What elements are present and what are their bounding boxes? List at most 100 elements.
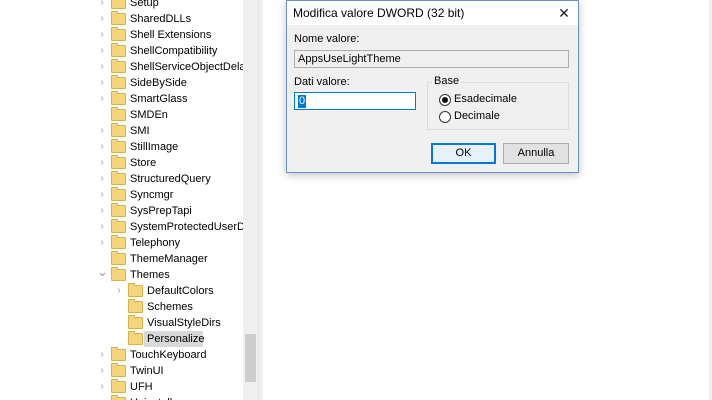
tree-scrollbar-thumb[interactable] (245, 334, 256, 382)
chevron-right-icon[interactable]: › (97, 187, 107, 203)
tree-item[interactable]: › Telephony (0, 235, 243, 251)
tree-item[interactable]: › SMI (0, 123, 243, 139)
folder-icon (111, 0, 126, 9)
folder-icon (111, 171, 126, 185)
folder-icon (111, 75, 126, 89)
chevron-right-icon[interactable]: › (97, 155, 107, 171)
folder-icon (111, 27, 126, 41)
folder-icon (111, 347, 126, 361)
chevron-down-icon[interactable]: ⌄ (97, 265, 108, 283)
tree-item[interactable]: › Uninstall (0, 395, 243, 400)
tree-item-label: Setup (130, 0, 159, 9)
chevron-right-icon[interactable]: › (97, 43, 107, 59)
chevron-right-icon[interactable]: › (97, 75, 107, 91)
tree-item[interactable]: › SharedDLLs (0, 11, 243, 27)
tree-item-label: ThemeManager (130, 253, 208, 265)
tree-item-label: SMI (130, 125, 150, 137)
chevron-right-icon[interactable]: › (97, 139, 107, 155)
tree-item-label: ShellCompatibility (130, 45, 218, 57)
folder-icon (111, 379, 126, 393)
radio-dec-label[interactable]: Decimale (454, 110, 500, 122)
tree-item[interactable]: SMDEn (0, 107, 243, 123)
value-name-label: Nome valore: (294, 33, 360, 45)
tree-item[interactable]: › SideBySide (0, 75, 243, 91)
tree-item[interactable]: › ShellCompatibility (0, 43, 243, 59)
folder-icon (111, 267, 126, 281)
tree-item[interactable]: › Shell Extensions (0, 27, 243, 43)
tree-item-label: Syncmgr (130, 189, 174, 201)
radio-hex-label[interactable]: Esadecimale (454, 93, 517, 105)
dialog-titlebar[interactable]: Modifica valore DWORD (32 bit) ✕ (287, 1, 578, 25)
chevron-right-icon[interactable]: › (97, 203, 107, 219)
chevron-right-icon[interactable]: › (97, 27, 107, 43)
tree-item[interactable]: Personalize (0, 331, 243, 347)
value-name-field[interactable]: AppsUseLightTheme (294, 50, 569, 68)
tree-item-label: TwinUI (130, 365, 164, 377)
base-label: Base (432, 75, 462, 87)
tree-item[interactable]: ThemeManager (0, 251, 243, 267)
chevron-right-icon[interactable]: › (97, 0, 107, 11)
chevron-right-icon[interactable]: › (97, 347, 107, 363)
tree-item[interactable]: › DefaultColors (0, 283, 243, 299)
ok-button[interactable]: OK (431, 143, 496, 164)
value-data-field[interactable]: 0 (294, 92, 416, 110)
tree-item[interactable]: › Store (0, 155, 243, 171)
folder-icon (111, 139, 126, 153)
chevron-right-icon[interactable]: › (97, 395, 107, 400)
tree-item[interactable]: › ShellServiceObjectDelayl (0, 59, 254, 75)
edit-dword-dialog: Modifica valore DWORD (32 bit) ✕ Nome va… (286, 0, 579, 173)
tree-item-label: StructuredQuery (130, 173, 211, 185)
radio-hex[interactable] (439, 94, 451, 106)
tree-item[interactable]: › TwinUI (0, 363, 243, 379)
tree-item-label: Uninstall (130, 395, 172, 400)
tree-item[interactable]: › UFH (0, 379, 243, 395)
dialog-title: Modifica valore DWORD (32 bit) (293, 6, 465, 20)
tree-item[interactable]: Schemes (0, 299, 243, 315)
folder-icon (111, 11, 126, 25)
folder-icon (111, 155, 126, 169)
tree-item-label: UFH (130, 381, 153, 393)
tree-item[interactable]: › SmartGlass (0, 91, 243, 107)
tree-item[interactable]: › SystemProtectedUserDat (0, 219, 254, 235)
tree-item-label: Shell Extensions (130, 29, 212, 41)
folder-icon (111, 123, 126, 137)
folder-icon (128, 283, 143, 297)
tree-item[interactable]: › TouchKeyboard (0, 347, 243, 363)
close-icon[interactable]: ✕ (554, 3, 574, 23)
chevron-right-icon[interactable]: › (97, 11, 107, 27)
tree-item-label: Schemes (147, 301, 193, 313)
chevron-right-icon[interactable]: › (97, 123, 107, 139)
value-data-text: 0 (298, 95, 307, 108)
folder-icon (111, 91, 126, 105)
chevron-right-icon[interactable]: › (97, 363, 107, 379)
folder-icon (111, 235, 126, 249)
folder-icon (111, 187, 126, 201)
folder-icon (128, 299, 143, 313)
folder-icon (111, 43, 126, 57)
tree-item-label: VisualStyleDirs (147, 317, 221, 329)
tree-item[interactable]: › StillImage (0, 139, 243, 155)
tree-item-label: StillImage (130, 141, 179, 153)
chevron-right-icon[interactable]: › (97, 171, 107, 187)
chevron-right-icon[interactable]: › (97, 219, 107, 235)
tree-item-label: DefaultColors (147, 285, 214, 297)
chevron-right-icon[interactable]: › (97, 235, 107, 251)
chevron-right-icon[interactable]: › (114, 283, 124, 299)
chevron-right-icon[interactable]: › (97, 91, 107, 107)
folder-icon (128, 331, 143, 345)
chevron-right-icon[interactable]: › (97, 379, 107, 395)
tree-item[interactable]: ⌄ Themes (0, 265, 243, 283)
tree-item-label: ShellServiceObjectDelayl (130, 61, 254, 73)
chevron-right-icon[interactable]: › (97, 59, 107, 75)
tree-item[interactable]: VisualStyleDirs (0, 315, 243, 331)
tree-item[interactable]: › StructuredQuery (0, 171, 243, 187)
tree-item-label: Store (130, 157, 157, 169)
tree-item[interactable]: › Syncmgr (0, 187, 243, 203)
tree-item-label: Personalize (147, 333, 205, 345)
folder-icon (128, 315, 143, 329)
tree-item-label: SmartGlass (130, 93, 188, 105)
cancel-button[interactable]: Annulla (503, 143, 569, 164)
tree-item[interactable]: › SysPrepTapi (0, 203, 243, 219)
tree-item[interactable]: › Setup (0, 0, 243, 11)
radio-dec[interactable] (439, 111, 451, 123)
